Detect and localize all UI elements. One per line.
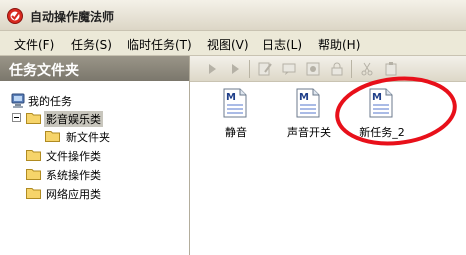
menu-bar: 文件(F) 任务(S) 临时任务(T) 视图(V) 日志(L) 帮助(H)	[0, 31, 466, 56]
task-list-area: M 静音 M 声音开关 M 新任务_2	[190, 76, 466, 255]
tree-item-label: 文件操作类	[46, 150, 101, 163]
menu-help[interactable]: 帮助(H)	[318, 36, 360, 53]
folder-icon	[26, 150, 41, 161]
window-title: 自动操作魔法师	[30, 10, 115, 24]
tree-item-label: 系统操作类	[46, 169, 101, 182]
paste-icon[interactable]	[383, 61, 399, 77]
task-item-label: 静音	[225, 126, 247, 139]
menu-task[interactable]: 任务(S)	[71, 36, 112, 53]
tree-item-label: 新文件夹	[66, 131, 110, 144]
tree-item-sys-ops[interactable]: 系统操作类	[10, 166, 180, 183]
toolbar-separator	[249, 60, 250, 78]
folder-icon	[26, 169, 41, 180]
tree-item-newfolder[interactable]: 新文件夹	[10, 128, 180, 145]
menu-temp-task[interactable]: 临时任务(T)	[127, 36, 192, 53]
task-folder-panel: 任务文件夹 我的任务 影音娱乐类 新文件夹 文件操作类 系统操作类 网络应用类	[0, 56, 190, 255]
title-bar: 自动操作魔法师	[0, 0, 466, 31]
comment-icon[interactable]	[281, 61, 297, 77]
menu-view[interactable]: 视图(V)	[207, 36, 249, 53]
folder-open-icon	[26, 113, 41, 124]
my-tasks-icon	[11, 93, 25, 108]
folder-icon	[26, 188, 41, 199]
properties-icon[interactable]	[305, 61, 321, 77]
tree-item-av[interactable]: 影音娱乐类	[10, 110, 180, 127]
tree-item-file-ops[interactable]: 文件操作类	[10, 147, 180, 164]
svg-text:M: M	[299, 92, 309, 103]
tree-root-label: 我的任务	[28, 95, 72, 108]
menu-log[interactable]: 日志(L)	[262, 36, 302, 53]
run-icon[interactable]	[204, 61, 220, 77]
tree-item-net-apps[interactable]: 网络应用类	[10, 185, 180, 202]
play-icon[interactable]	[227, 61, 243, 77]
menu-file[interactable]: 文件(F)	[14, 36, 54, 53]
highlight-circle	[335, 76, 457, 146]
edit-icon[interactable]	[257, 61, 273, 77]
collapse-toggle-icon[interactable]	[12, 113, 21, 122]
app-logo-icon	[7, 8, 23, 24]
m-document-icon: M	[223, 88, 247, 118]
lock-icon[interactable]	[329, 61, 345, 77]
cut-icon[interactable]	[359, 61, 375, 77]
task-item[interactable]: M 静音	[201, 88, 271, 140]
svg-text:M: M	[226, 92, 236, 103]
tree-item-label: 影音娱乐类	[44, 111, 103, 127]
m-document-icon: M	[296, 88, 320, 118]
tree-root[interactable]: 我的任务	[10, 92, 180, 109]
panel-title: 任务文件夹	[9, 63, 79, 79]
panel-header: 任务文件夹	[0, 56, 189, 81]
folder-icon	[45, 131, 60, 142]
tree-item-label: 网络应用类	[46, 188, 101, 201]
